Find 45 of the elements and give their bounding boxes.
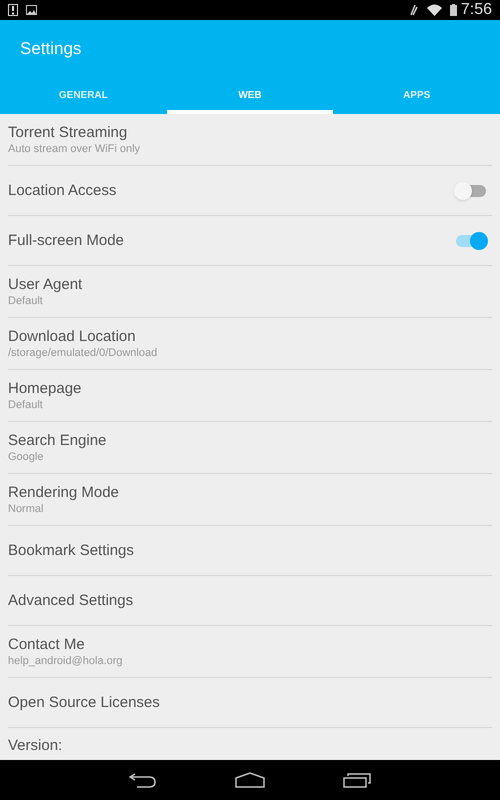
setting-summary: Default — [8, 294, 44, 308]
setting-title: Full-screen Mode — [8, 231, 125, 250]
setting-summary: help_android@hola.org — [8, 654, 124, 668]
setting-title: Homepage — [8, 379, 82, 398]
settings-row[interactable]: Location Access — [8, 166, 492, 216]
battery-icon — [450, 4, 457, 16]
setting-title: Search Engine — [8, 431, 108, 450]
back-icon[interactable] — [129, 772, 157, 788]
settings-row[interactable]: Torrent Streaming Auto stream over WiFi only — [8, 114, 492, 166]
setting-summary: /storage/emulated/0/Download — [8, 346, 158, 360]
setting-title: Rendering Mode — [8, 483, 120, 502]
setting-title: Advanced Settings — [8, 591, 134, 610]
toggle-switch[interactable] — [454, 232, 488, 250]
setting-title: Torrent Streaming — [8, 123, 128, 142]
settings-row[interactable]: Open Source Licenses — [8, 678, 492, 728]
alert-icon — [8, 4, 18, 16]
setting-summary: Default — [8, 398, 44, 412]
vibrate-icon — [408, 4, 419, 16]
setting-title: Open Source Licenses — [8, 693, 161, 712]
setting-summary: Auto stream over WiFi only — [8, 142, 142, 156]
setting-title: Location Access — [8, 181, 118, 200]
image-icon — [26, 5, 37, 15]
wifi-icon — [426, 4, 442, 16]
status-time: 7:56 — [460, 2, 492, 18]
app-title: Settings — [20, 38, 82, 60]
setting-title: User Agent — [8, 275, 84, 294]
settings-row[interactable]: Bookmark Settings — [8, 526, 492, 576]
setting-title: Version: — [8, 736, 64, 755]
setting-summary: Normal — [8, 502, 44, 516]
setting-title: Bookmark Settings — [8, 541, 135, 560]
settings-row[interactable]: Contact Me help_android@hola.org — [8, 626, 492, 678]
settings-row[interactable]: Full-screen Mode — [8, 216, 492, 266]
settings-row[interactable]: Advanced Settings — [8, 576, 492, 626]
setting-title: Contact Me — [8, 635, 86, 654]
settings-row[interactable]: Search Engine Google — [8, 422, 492, 474]
setting-summary: Google — [8, 450, 44, 464]
settings-row[interactable]: Homepage Default — [8, 370, 492, 422]
settings-row[interactable]: Version: — [8, 728, 492, 755]
home-icon[interactable] — [235, 772, 265, 788]
settings-row[interactable]: Rendering Mode Normal — [8, 474, 492, 526]
settings-row[interactable]: User Agent Default — [8, 266, 492, 318]
settings-row[interactable]: Download Location /storage/emulated/0/Download — [8, 318, 492, 370]
toggle-switch[interactable] — [454, 182, 488, 200]
recents-icon[interactable] — [343, 772, 371, 788]
setting-title: Download Location — [8, 327, 137, 346]
